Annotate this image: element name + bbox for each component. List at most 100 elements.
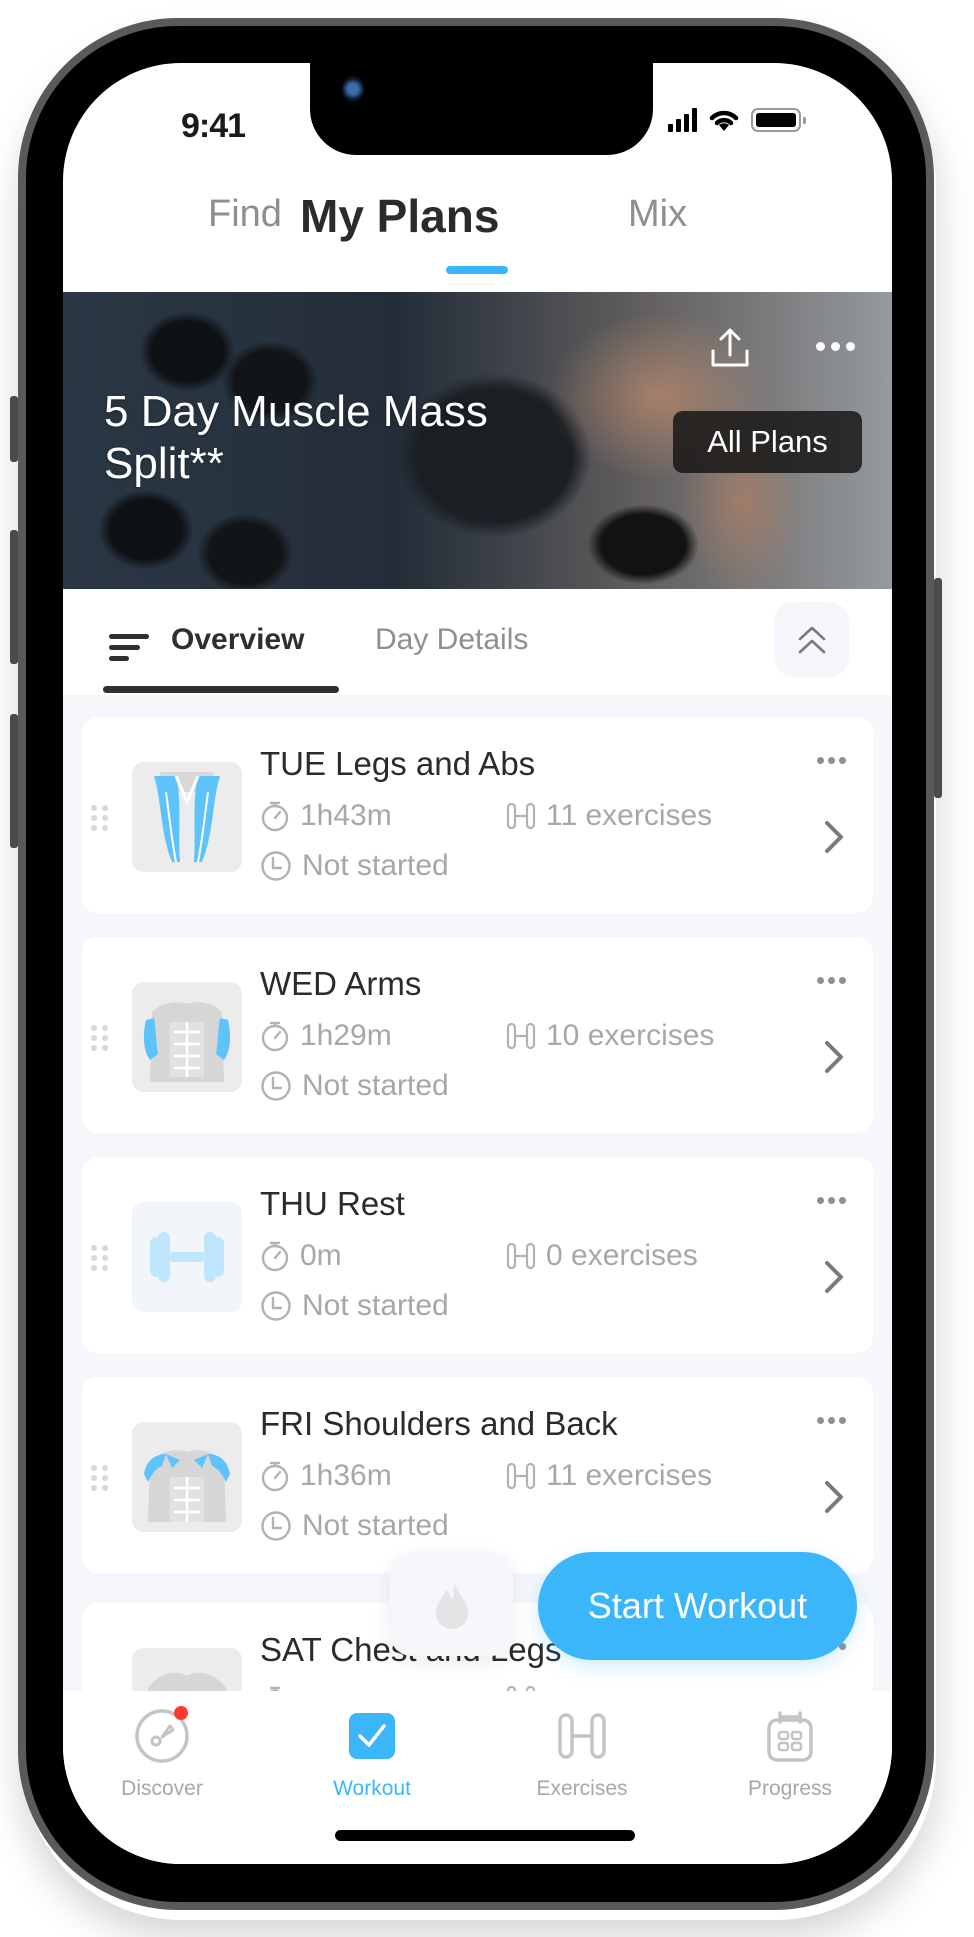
tab-overview[interactable]: Overview [171, 623, 304, 657]
plan-hero: 5 Day Muscle Mass Split** All Plans [63, 292, 892, 589]
status-value: Not started [302, 1069, 449, 1102]
tabbar-discover[interactable]: Discover [87, 1705, 237, 1801]
home-indicator[interactable] [335, 1830, 635, 1841]
tabbar-workout[interactable]: Workout [297, 1705, 447, 1801]
status-value: Not started [302, 849, 449, 882]
chevron-right-icon[interactable] [822, 1479, 846, 1515]
chevron-right-icon[interactable] [822, 1259, 846, 1295]
top-tabs: Find My Plans Mix [63, 190, 892, 253]
clock-icon [261, 1071, 291, 1101]
mute-switch [10, 396, 18, 462]
duration-value: 0m [300, 1239, 342, 1272]
more-horizontal-icon[interactable] [817, 1417, 846, 1424]
camera [342, 76, 364, 102]
sort-icon[interactable] [109, 634, 149, 662]
chevron-right-icon[interactable] [822, 819, 846, 855]
volume-up-button [10, 530, 18, 664]
day-card[interactable]: THU Rest 0m 0 exercises Not started [82, 1157, 873, 1353]
more-horizontal-icon[interactable] [817, 757, 846, 764]
duration-value: 1h29m [300, 1019, 392, 1052]
stopwatch-icon [261, 1241, 289, 1272]
stopwatch-icon [261, 801, 289, 832]
duration-value: 1h36m [300, 1459, 392, 1492]
tabbar-progress[interactable]: Progress [715, 1705, 865, 1801]
chevron-right-icon[interactable] [822, 1039, 846, 1075]
more-horizontal-icon[interactable] [816, 342, 860, 354]
status-time: 9:41 [181, 107, 246, 145]
clock-icon [261, 1291, 291, 1321]
day-status: Not started [260, 1069, 449, 1103]
all-plans-button[interactable]: All Plans [673, 411, 862, 473]
double-chevron-up-icon [798, 626, 825, 653]
duration: 1h43m [260, 799, 392, 833]
clock-icon [261, 1511, 291, 1541]
bottom-tab-bar: Discover Workout Exercises Progress [63, 1691, 892, 1864]
muscle-thumbnail [132, 1648, 242, 1691]
day-title: FRI Shoulders and Back [260, 1405, 618, 1442]
stopwatch-icon [261, 1021, 289, 1052]
battery-icon [751, 108, 806, 132]
checkbox-icon [349, 1713, 395, 1759]
duration: 0m [260, 1239, 342, 1273]
tab-label: Progress [747, 1777, 833, 1800]
exercise-count-value: 0 exercises [546, 1239, 698, 1272]
tab-day-details[interactable]: Day Details [375, 623, 528, 657]
segment-control: Overview Day Details [63, 589, 892, 695]
start-workout-button[interactable]: Start Workout [538, 1552, 857, 1660]
tab-my-plans[interactable]: My Plans [300, 189, 499, 243]
stopwatch-icon [261, 1461, 289, 1492]
drag-handle-icon[interactable] [91, 1025, 109, 1051]
notch [310, 63, 653, 155]
clock-icon [261, 851, 291, 881]
collapse-button[interactable] [774, 602, 849, 677]
exercise-count-value: 11 exercises [546, 1459, 713, 1492]
drag-handle-icon[interactable] [91, 1245, 109, 1271]
exercise-count: 10 exercises [506, 1019, 714, 1053]
calendar-icon [767, 1711, 813, 1762]
exercise-count-value: 11 exercises [546, 799, 713, 832]
tabbar-exercises[interactable]: Exercises [507, 1705, 657, 1801]
muscle-thumbnail [132, 762, 242, 872]
day-title: WED Arms [260, 965, 422, 1002]
more-horizontal-icon[interactable] [817, 977, 846, 984]
drag-handle-icon[interactable] [91, 805, 109, 831]
flame-icon [435, 1581, 468, 1629]
tab-label: Exercises [536, 1777, 628, 1800]
day-card[interactable]: TUE Legs and Abs 1h43m 11 exercises Not … [82, 717, 873, 913]
streak-button[interactable] [390, 1552, 513, 1656]
day-status: Not started [260, 1509, 449, 1543]
day-card[interactable]: WED Arms 1h29m 10 exercises Not started [82, 937, 873, 1133]
exercise-count: 11 exercises [506, 1459, 712, 1493]
status-value: Not started [302, 1289, 449, 1322]
day-list: TUE Legs and Abs 1h43m 11 exercises Not … [63, 695, 892, 1691]
share-icon[interactable] [708, 325, 752, 369]
dumbbell-icon [558, 1713, 606, 1759]
day-card[interactable]: FRI Shoulders and Back 1h36m 11 exercise… [82, 1377, 873, 1573]
volume-down-button [10, 714, 18, 848]
duration: 1h29m [260, 1019, 392, 1053]
muscle-thumbnail [132, 982, 242, 1092]
tab-find[interactable]: Find [208, 193, 282, 236]
day-title: THU Rest [260, 1185, 405, 1222]
drag-handle-icon[interactable] [91, 1465, 109, 1491]
more-horizontal-icon[interactable] [817, 1197, 846, 1204]
power-button [934, 578, 942, 798]
segment-indicator [103, 686, 339, 693]
duration: 1h36m [260, 1459, 392, 1493]
tab-mix[interactable]: Mix [628, 193, 687, 236]
tab-label: Workout [333, 1777, 411, 1800]
wifi-icon [709, 110, 739, 131]
exercise-count: 0 exercises [506, 1239, 698, 1273]
exercise-count-value: 10 exercises [546, 1019, 715, 1052]
day-title: TUE Legs and Abs [260, 745, 536, 782]
plan-title: 5 Day Muscle Mass Split** [104, 387, 488, 488]
status-icons [668, 107, 806, 133]
notification-badge [174, 1706, 188, 1720]
exercise-count: 11 exercises [506, 799, 712, 833]
day-status: Not started [260, 849, 449, 883]
cellular-signal-icon [668, 108, 697, 132]
duration-value: 1h43m [300, 799, 392, 832]
screen: 9:41 Find My Plans Mix 5 Day Muscle Mass… [63, 63, 892, 1864]
status-value: Not started [302, 1509, 449, 1542]
active-tab-indicator [446, 266, 508, 274]
